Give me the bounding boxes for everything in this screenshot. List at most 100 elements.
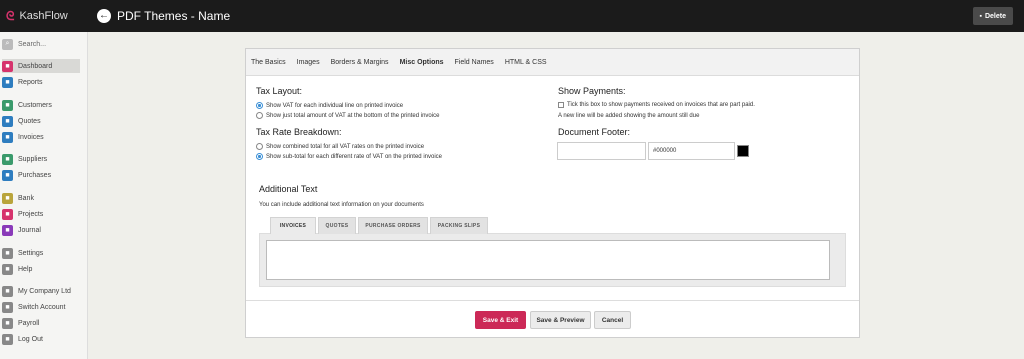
journal-icon: ■ — [2, 224, 13, 236]
tab-borders-margins[interactable]: Borders & Margins — [331, 59, 389, 66]
bank-icon: ■ — [2, 192, 13, 204]
show-payments-checkbox[interactable] — [558, 102, 564, 108]
sidebar-item-bank[interactable]: ■ Bank — [2, 191, 80, 205]
sidebar-item-dashboard[interactable]: ■ Dashboard — [2, 59, 80, 73]
tax-rate-title: Tax Rate Breakdown: — [256, 127, 342, 137]
option-label: Show VAT for each individual line on pri… — [266, 102, 404, 109]
sidebar-item-label: Purchases — [18, 171, 52, 179]
sidebar-item-invoices[interactable]: ■ Invoices — [2, 130, 80, 144]
tax-layout-option-1[interactable]: Show VAT for each individual line on pri… — [256, 102, 403, 109]
invoices-icon: ■ — [2, 131, 13, 143]
sidebar-item-my-company-ltd[interactable]: ■ My Company Ltd — [2, 284, 80, 298]
subtab-purchase-orders[interactable]: PURCHASE ORDERS — [358, 217, 428, 234]
sidebar-item-label: Reports — [18, 78, 43, 86]
sidebar-item-label: Switch Account — [18, 303, 66, 311]
sidebar-item-log-out[interactable]: ■ Log Out — [2, 332, 80, 346]
subtab-packing-slips[interactable]: PACKING SLIPS — [430, 217, 488, 234]
sidebar-item-help[interactable]: ■ Help — [2, 262, 80, 276]
dashboard-icon: ■ — [2, 60, 13, 72]
sidebar-item-projects[interactable]: ■ Projects — [2, 207, 80, 221]
save-exit-button[interactable]: Save & Exit — [475, 311, 526, 329]
document-footer-title: Document Footer: — [558, 127, 631, 137]
tax-rate-option-1[interactable]: Show combined total for all VAT rates on… — [256, 143, 424, 150]
footer-text-input[interactable] — [557, 142, 646, 160]
subtab-quotes[interactable]: QUOTES — [318, 217, 356, 234]
tab-bar: The Basics Images Borders & Margins Misc Op… — [246, 49, 859, 76]
sidebar-item-label: Payroll — [18, 319, 40, 327]
sidebar-item-label: Projects — [18, 210, 44, 218]
quotes-icon: ■ — [2, 115, 13, 127]
sidebar-item-switch-account[interactable]: ■ Switch Account — [2, 300, 80, 314]
option-label: Show combined total for all VAT rates on… — [266, 143, 425, 150]
brand-name: KashFlow — [19, 10, 68, 22]
tab-the-basics[interactable]: The Basics — [251, 59, 286, 66]
sidebar-item-customers[interactable]: ■ Customers — [2, 98, 80, 112]
sidebar-item-settings[interactable]: ■ Settings — [2, 246, 80, 260]
settings-card: The Basics Images Borders & Margins Misc Op… — [245, 48, 860, 338]
customers-icon: ■ — [2, 99, 13, 111]
additional-text-panel: INVOICES QUOTES PURCHASE ORDERS PACKING … — [259, 217, 846, 287]
show-payments-title: Show Payments: — [558, 86, 626, 96]
option-label: Show sub-total for each different rate o… — [266, 153, 442, 160]
settings-icon: ■ — [2, 247, 13, 259]
kashflow-logo-icon: ᘓ — [6, 8, 15, 23]
top-bar: ᘓ KashFlow ← PDF Themes - Name ▪ Delete — [0, 0, 1024, 32]
sidebar-item-label: Quotes — [18, 117, 41, 125]
search-input[interactable]: Search... — [18, 41, 46, 48]
tab-html-css[interactable]: HTML & CSS — [505, 59, 547, 66]
switch-account-icon: ■ — [2, 301, 13, 313]
brand[interactable]: ᘓ KashFlow — [6, 0, 68, 32]
additional-text-title: Additional Text — [259, 184, 318, 194]
payroll-icon: ■ — [2, 317, 13, 329]
subtab-invoices[interactable]: INVOICES — [270, 217, 316, 234]
trash-icon: ▪ — [979, 12, 982, 20]
sidebar-item-label: Log Out — [18, 335, 43, 343]
search-icon: ⌕ — [2, 38, 13, 50]
sidebar-item-label: Settings — [18, 249, 44, 257]
sidebar-item-reports[interactable]: ■ Reports — [2, 75, 80, 89]
tab-field-names[interactable]: Field Names — [455, 59, 494, 66]
purchases-icon: ■ — [2, 169, 13, 181]
sidebar-item-payroll[interactable]: ■ Payroll — [2, 316, 80, 330]
footer-color-input[interactable]: #000000 — [648, 142, 735, 160]
show-payments-note: A new line will be added showing the amo… — [558, 113, 700, 119]
sidebar-item-label: Dashboard — [18, 62, 53, 70]
tab-images[interactable]: Images — [297, 59, 320, 66]
delete-label: Delete — [984, 12, 1006, 20]
delete-button[interactable]: ▪ Delete — [972, 7, 1013, 25]
sidebar-item-label: Suppliers — [18, 155, 48, 163]
checkbox-label: Tick this box to show payments received … — [567, 102, 755, 108]
tab-misc-options[interactable]: Misc Options — [400, 59, 444, 66]
sidebar-item-label: Customers — [18, 101, 52, 109]
sidebar-item-label: Journal — [18, 226, 41, 234]
reports-icon: ■ — [2, 76, 13, 88]
sidebar-item-journal[interactable]: ■ Journal — [2, 223, 80, 237]
option-label: Show just total amount of VAT at the bot… — [266, 112, 440, 119]
company-icon: ■ — [2, 285, 13, 297]
tax-rate-option-2[interactable]: Show sub-total for each different rate o… — [256, 153, 442, 160]
show-payments-checkbox-row[interactable]: Tick this box to show payments received … — [558, 102, 755, 108]
radio-button[interactable] — [256, 153, 263, 160]
sidebar-item-suppliers[interactable]: ■ Suppliers — [2, 152, 80, 166]
radio-button[interactable] — [256, 112, 263, 119]
color-picker-swatch[interactable] — [737, 145, 749, 157]
additional-text-textarea[interactable] — [266, 240, 830, 280]
tax-layout-option-2[interactable]: Show just total amount of VAT at the bot… — [256, 112, 439, 119]
sidebar-item-label: Help — [18, 265, 33, 273]
sidebar-item-label: My Company Ltd — [18, 287, 71, 295]
sidebar-item-label: Bank — [18, 194, 34, 202]
additional-text-description: You can include additional text informat… — [259, 202, 424, 208]
save-preview-button[interactable]: Save & Preview — [530, 311, 591, 329]
sidebar-search[interactable]: ⌕ Search... — [2, 37, 80, 51]
sidebar-item-quotes[interactable]: ■ Quotes — [2, 114, 80, 128]
help-icon: ■ — [2, 263, 13, 275]
cancel-button[interactable]: Cancel — [594, 311, 631, 329]
sidebar-item-label: Invoices — [18, 133, 44, 141]
logout-icon: ■ — [2, 333, 13, 345]
back-arrow-icon[interactable]: ← — [97, 9, 111, 23]
radio-button[interactable] — [256, 143, 263, 150]
suppliers-icon: ■ — [2, 153, 13, 165]
sidebar-item-purchases[interactable]: ■ Purchases — [2, 168, 80, 182]
page-title: PDF Themes - Name — [117, 9, 231, 23]
radio-button[interactable] — [256, 102, 263, 109]
